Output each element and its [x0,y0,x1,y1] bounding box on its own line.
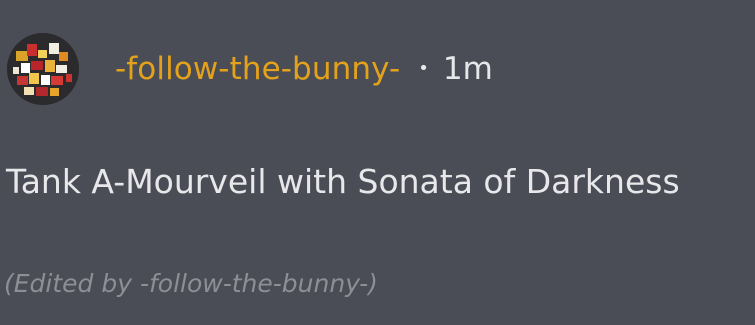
avatar-image [7,33,79,105]
comment-timestamp[interactable]: 1m [443,53,493,85]
comment-header: -follow-the-bunny- • 1m [7,33,493,105]
user-avatar[interactable] [7,33,79,105]
author-username[interactable]: -follow-the-bunny- [115,53,400,85]
comment-card: -follow-the-bunny- • 1m Tank A-Mourveil … [0,0,755,325]
comment-body: Tank A-Mourveil with Sonata of Darkness [6,162,680,201]
edited-note: (Edited by -follow-the-bunny-) [4,269,378,298]
meta-separator-dot: • [418,58,429,79]
